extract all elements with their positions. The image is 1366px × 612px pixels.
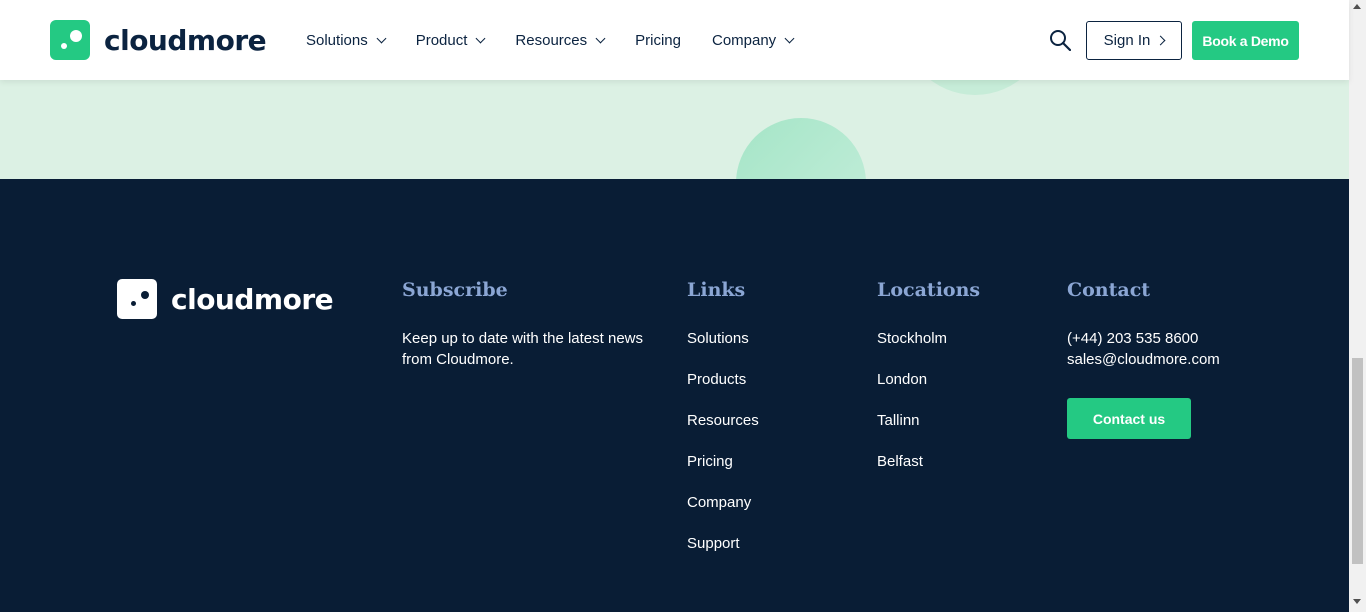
page-scrollbar[interactable] [1349, 0, 1366, 612]
footer-link-support[interactable]: Support [687, 535, 740, 552]
chevron-down-icon [475, 33, 486, 43]
footer-link-solutions[interactable]: Solutions [687, 330, 749, 347]
hero-band-bottom [0, 80, 1349, 179]
footer-link-company[interactable]: Company [687, 494, 751, 511]
nav-company[interactable]: Company [711, 31, 795, 49]
location-belfast[interactable]: Belfast [877, 453, 923, 470]
contact-heading: Contact [1067, 279, 1151, 301]
footer-link-resources[interactable]: Resources [687, 412, 759, 429]
subscribe-text: Keep up to date with the latest news fro… [402, 330, 643, 368]
footer-logo[interactable]: cloudmore [117, 279, 334, 319]
sign-in-button[interactable]: Sign In [1086, 21, 1182, 60]
nav-solutions[interactable]: Solutions [306, 31, 387, 49]
footer-link-pricing[interactable]: Pricing [687, 453, 733, 470]
locations-heading: Locations [877, 279, 981, 301]
links-heading: Links [687, 279, 746, 301]
footer-link-products[interactable]: Products [687, 371, 746, 388]
brand-name: cloudmore [104, 23, 267, 57]
main-nav: Solutions Product Resources Pricing Comp… [306, 0, 824, 80]
site-footer: cloudmore Subscribe Keep up to date with… [0, 179, 1349, 612]
site-header: cloudmore Solutions Product Resources Pr… [0, 0, 1349, 80]
decorative-circle [736, 118, 866, 179]
contact-phone[interactable]: (+44) 203 535 8600 [1067, 330, 1198, 347]
footer-brand-name: cloudmore [171, 282, 334, 316]
chevron-down-icon [784, 33, 795, 43]
chevron-down-icon [595, 33, 606, 43]
nav-label: Product [415, 31, 468, 49]
sign-in-label: Sign In [1103, 32, 1151, 49]
nav-product[interactable]: Product [415, 31, 486, 49]
scroll-up-icon[interactable] [1353, 4, 1361, 9]
brand-logo[interactable]: cloudmore [50, 20, 267, 60]
nav-resources[interactable]: Resources [515, 31, 606, 49]
location-stockholm[interactable]: Stockholm [877, 330, 947, 347]
location-london[interactable]: London [877, 371, 927, 388]
nav-label: Company [711, 31, 777, 49]
contact-us-button[interactable]: Contact us [1067, 398, 1191, 439]
book-demo-button[interactable]: Book a Demo [1192, 21, 1299, 60]
logo-mark-icon [117, 279, 157, 319]
contact-email[interactable]: sales@cloudmore.com [1067, 351, 1220, 368]
location-tallinn[interactable]: Tallinn [877, 412, 920, 429]
scroll-down-icon[interactable] [1353, 599, 1361, 604]
logo-mark-icon [50, 20, 90, 60]
chevron-down-icon [376, 33, 387, 43]
search-icon[interactable] [1049, 29, 1072, 52]
nav-label: Resources [515, 31, 588, 49]
subscribe-heading: Subscribe [402, 279, 508, 301]
chevron-right-icon [1155, 35, 1166, 46]
decorative-circle [900, 80, 1050, 95]
nav-label: Pricing [635, 31, 681, 49]
nav-pricing[interactable]: Pricing [635, 32, 681, 49]
scrollbar-thumb[interactable] [1352, 358, 1363, 564]
nav-label: Solutions [306, 31, 368, 49]
